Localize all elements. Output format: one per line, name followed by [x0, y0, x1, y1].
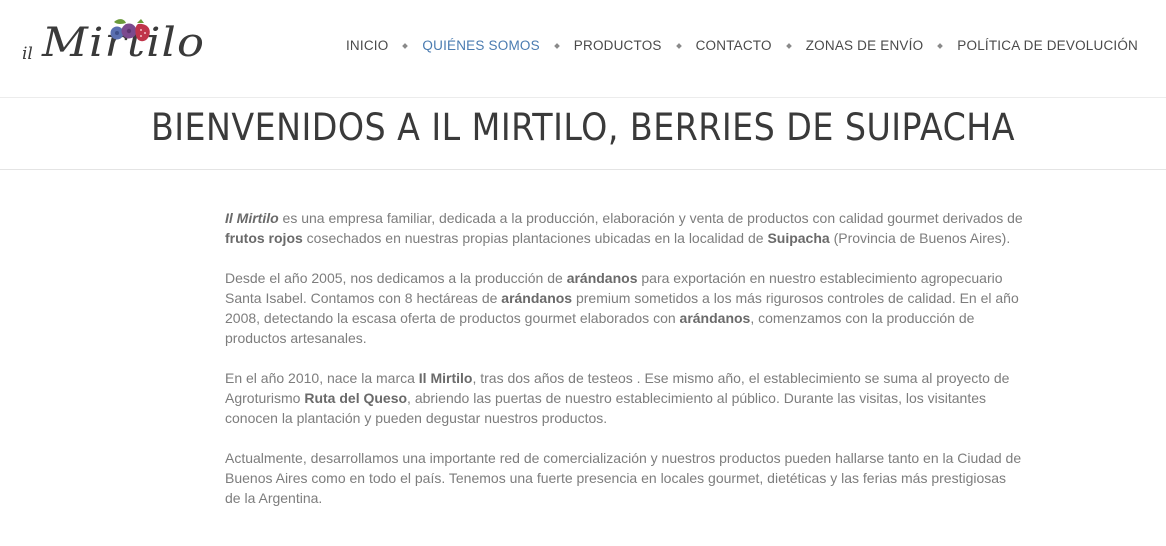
highlight-text: arándanos: [501, 290, 573, 306]
nav-separator: [553, 42, 560, 49]
text-span: cosechados en nuestras propias plantacio…: [302, 230, 768, 246]
site-header: il Mirtilo INICIO QUIÉNES SOMOS PRODUCTO…: [0, 0, 1166, 98]
nav-separator: [937, 42, 944, 49]
nav-item-inicio[interactable]: INICIO: [346, 38, 388, 53]
about-paragraph-2: Desde el año 2005, nos dedicamos a la pr…: [225, 268, 1025, 348]
highlight-text: frutos rojos: [225, 230, 303, 246]
highlight-text: Il Mirtilo: [418, 370, 473, 386]
text-span: En el año 2010, nace la marca: [225, 370, 419, 386]
about-paragraph-4: Actualmente, desarrollamos una important…: [225, 448, 1025, 508]
text-span: Actualmente, desarrollamos una important…: [225, 450, 1022, 506]
site-logo[interactable]: il Mirtilo: [22, 14, 204, 80]
highlight-text: arándanos: [679, 310, 751, 326]
highlight-text: Ruta del Queso: [304, 390, 408, 406]
text-span: Desde el año 2005, nos dedicamos a la pr…: [225, 270, 567, 286]
page-title-bar: BIENVENIDOS A IL MIRTILO, BERRIES DE SUI…: [0, 98, 1166, 170]
about-paragraph-1: Il Mirtilo es una empresa familiar, dedi…: [225, 208, 1025, 248]
about-content: Il Mirtilo es una empresa familiar, dedi…: [225, 208, 1025, 528]
main-nav: INICIO QUIÉNES SOMOS PRODUCTOS CONTACTO …: [346, 38, 1138, 53]
text-span: es una empresa familiar, dedicada a la p…: [278, 210, 1023, 226]
nav-separator: [785, 42, 792, 49]
nav-separator: [675, 42, 682, 49]
nav-item-politica-de-devolucion[interactable]: POLÍTICA DE DEVOLUCIÓN: [957, 38, 1138, 53]
nav-item-contacto[interactable]: CONTACTO: [696, 38, 772, 53]
highlight-text: arándanos: [566, 270, 638, 286]
nav-item-quienes-somos[interactable]: QUIÉNES SOMOS: [422, 38, 539, 53]
nav-separator: [402, 42, 409, 49]
brand-mention: Il Mirtilo: [225, 210, 279, 226]
nav-item-productos[interactable]: PRODUCTOS: [574, 38, 662, 53]
nav-item-zonas-de-envio[interactable]: ZONAS DE ENVÍO: [806, 38, 924, 53]
about-paragraph-3: En el año 2010, nace la marca Il Mirtilo…: [225, 368, 1025, 428]
berries-icon: [110, 19, 150, 42]
logo-prefix: il: [22, 44, 33, 64]
page-title: BIENVENIDOS A IL MIRTILO, BERRIES DE SUI…: [150, 106, 1016, 149]
highlight-text: Suipacha: [767, 230, 830, 246]
text-span: (Provincia de Buenos Aires).: [829, 230, 1011, 246]
